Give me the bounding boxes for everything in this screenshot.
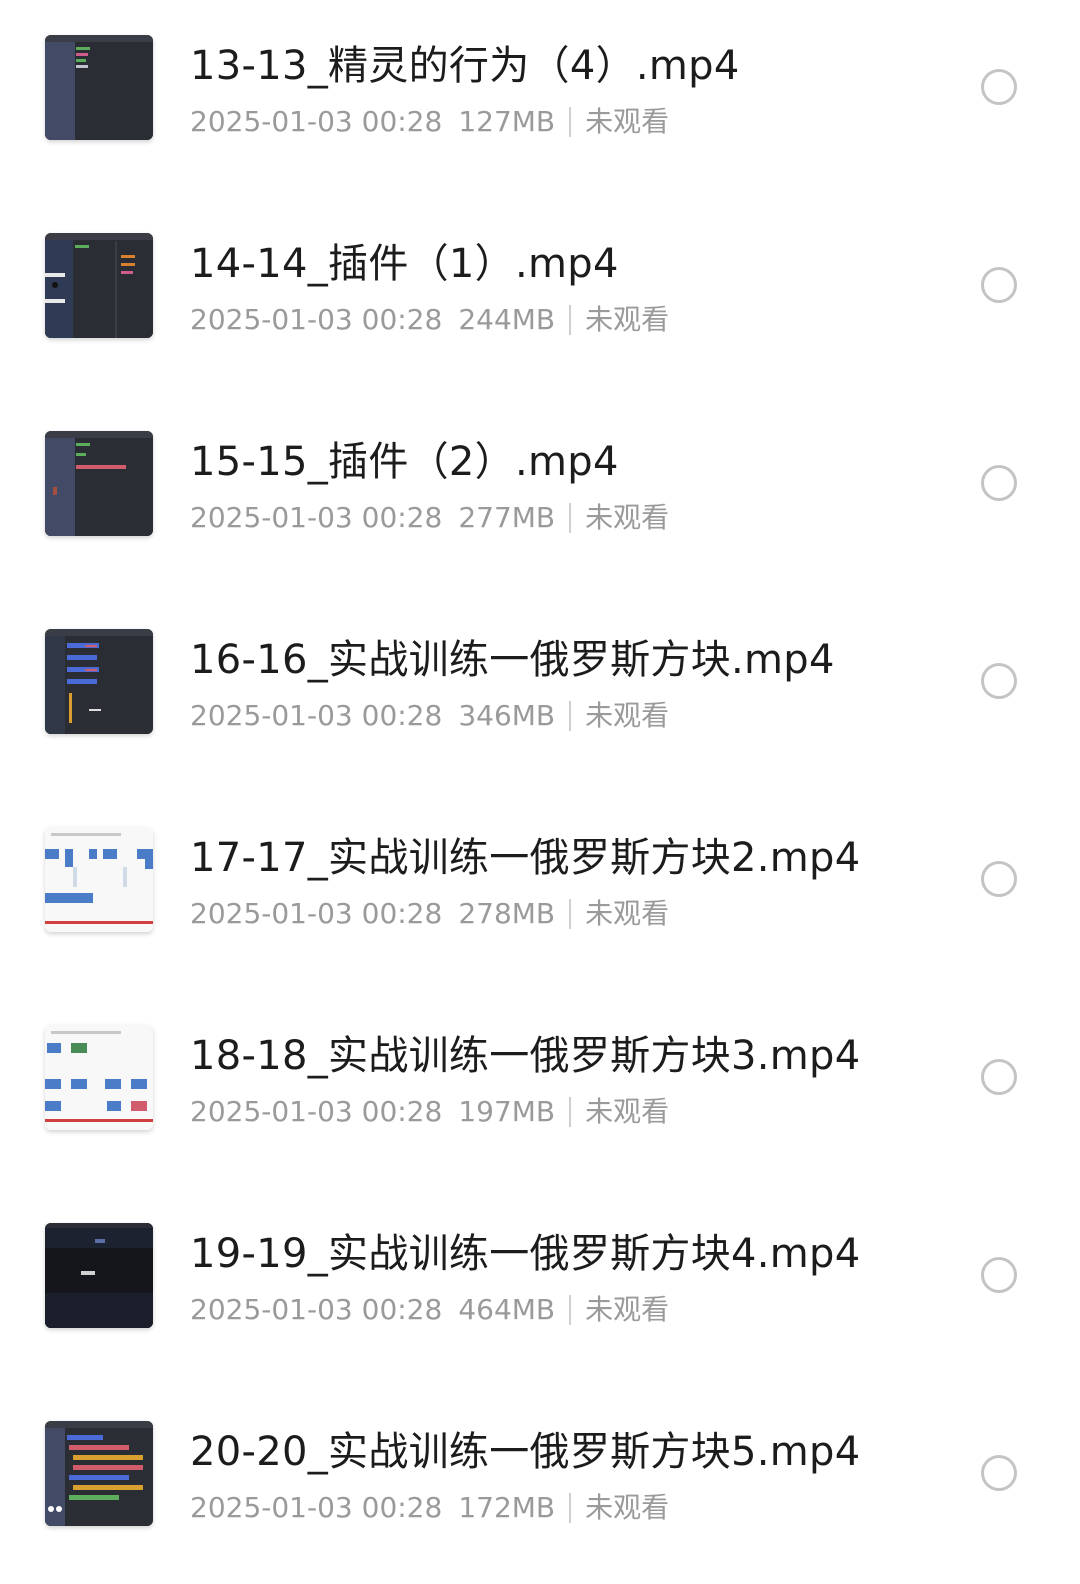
file-meta: 2025-01-03 00:28 172MB 未观看	[190, 1488, 669, 1528]
file-date: 2025-01-03 00:28	[190, 105, 443, 138]
meta-divider	[569, 1295, 572, 1325]
file-date: 2025-01-03 00:28	[190, 699, 443, 732]
file-meta: 2025-01-03 00:28 464MB 未观看	[190, 1290, 669, 1330]
file-size: 464MB	[458, 1293, 556, 1326]
video-thumbnail[interactable]	[45, 629, 153, 734]
file-date: 2025-01-03 00:28	[190, 1491, 443, 1524]
file-size: 278MB	[458, 897, 556, 930]
watch-status: 未观看	[585, 1095, 670, 1128]
file-row[interactable]: 15-15_插件（2）.mp4 2025-01-03 00:28 277MB 未…	[0, 396, 1080, 594]
meta-divider	[569, 107, 572, 137]
file-date: 2025-01-03 00:28	[190, 303, 443, 336]
watch-status: 未观看	[585, 897, 670, 930]
select-radio-button[interactable]	[981, 1059, 1017, 1095]
file-row[interactable]: 13-13_精灵的行为（4）.mp4 2025-01-03 00:28 127M…	[0, 0, 1080, 198]
file-date: 2025-01-03 00:28	[190, 897, 443, 930]
watch-status: 未观看	[585, 699, 670, 732]
file-title: 16-16_实战训练一俄罗斯方块.mp4	[190, 637, 835, 683]
file-meta: 2025-01-03 00:28 277MB 未观看	[190, 498, 669, 538]
file-meta: 2025-01-03 00:28 244MB 未观看	[190, 300, 669, 340]
file-row[interactable]: 16-16_实战训练一俄罗斯方块.mp4 2025-01-03 00:28 34…	[0, 594, 1080, 792]
file-title: 13-13_精灵的行为（4）.mp4	[190, 43, 740, 89]
select-radio-button[interactable]	[981, 69, 1017, 105]
file-title: 17-17_实战训练一俄罗斯方块2.mp4	[190, 835, 861, 881]
select-radio-button[interactable]	[981, 1455, 1017, 1491]
file-row[interactable]: 19-19_实战训练一俄罗斯方块4.mp4 2025-01-03 00:28 4…	[0, 1188, 1080, 1386]
file-meta: 2025-01-03 00:28 127MB 未观看	[190, 102, 669, 142]
file-meta: 2025-01-03 00:28 197MB 未观看	[190, 1092, 669, 1132]
file-size: 277MB	[458, 501, 556, 534]
file-title: 14-14_插件（1）.mp4	[190, 241, 619, 287]
video-thumbnail[interactable]	[45, 1421, 153, 1526]
file-size: 346MB	[458, 699, 556, 732]
meta-divider	[569, 1493, 572, 1523]
video-thumbnail[interactable]	[45, 1223, 153, 1328]
file-date: 2025-01-03 00:28	[190, 1095, 443, 1128]
watch-status: 未观看	[585, 501, 670, 534]
file-size: 127MB	[458, 105, 556, 138]
meta-divider	[569, 899, 572, 929]
meta-divider	[569, 701, 572, 731]
file-title: 15-15_插件（2）.mp4	[190, 439, 619, 485]
select-radio-button[interactable]	[981, 861, 1017, 897]
select-radio-button[interactable]	[981, 1257, 1017, 1293]
video-thumbnail[interactable]	[45, 431, 153, 536]
file-row[interactable]: 14-14_插件（1）.mp4 2025-01-03 00:28 244MB 未…	[0, 198, 1080, 396]
watch-status: 未观看	[585, 1491, 670, 1524]
file-row[interactable]: 18-18_实战训练一俄罗斯方块3.mp4 2025-01-03 00:28 1…	[0, 990, 1080, 1188]
file-size: 197MB	[458, 1095, 556, 1128]
meta-divider	[569, 305, 572, 335]
file-meta: 2025-01-03 00:28 346MB 未观看	[190, 696, 669, 736]
file-size: 244MB	[458, 303, 556, 336]
select-radio-button[interactable]	[981, 663, 1017, 699]
file-meta: 2025-01-03 00:28 278MB 未观看	[190, 894, 669, 934]
file-row[interactable]: 20-20_实战训练一俄罗斯方块5.mp4 2025-01-03 00:28 1…	[0, 1386, 1080, 1584]
watch-status: 未观看	[585, 1293, 670, 1326]
file-title: 19-19_实战训练一俄罗斯方块4.mp4	[190, 1231, 861, 1277]
video-file-list: 13-13_精灵的行为（4）.mp4 2025-01-03 00:28 127M…	[0, 0, 1080, 1551]
file-size: 172MB	[458, 1491, 556, 1524]
file-title: 18-18_实战训练一俄罗斯方块3.mp4	[190, 1033, 861, 1079]
watch-status: 未观看	[585, 303, 670, 336]
file-row[interactable]: 17-17_实战训练一俄罗斯方块2.mp4 2025-01-03 00:28 2…	[0, 792, 1080, 990]
meta-divider	[569, 1097, 572, 1127]
video-thumbnail[interactable]	[45, 1025, 153, 1130]
video-thumbnail[interactable]	[45, 827, 153, 932]
select-radio-button[interactable]	[981, 267, 1017, 303]
video-thumbnail[interactable]	[45, 35, 153, 140]
video-thumbnail[interactable]	[45, 233, 153, 338]
file-date: 2025-01-03 00:28	[190, 1293, 443, 1326]
meta-divider	[569, 503, 572, 533]
watch-status: 未观看	[585, 105, 670, 138]
select-radio-button[interactable]	[981, 465, 1017, 501]
file-date: 2025-01-03 00:28	[190, 501, 443, 534]
file-title: 20-20_实战训练一俄罗斯方块5.mp4	[190, 1429, 861, 1475]
